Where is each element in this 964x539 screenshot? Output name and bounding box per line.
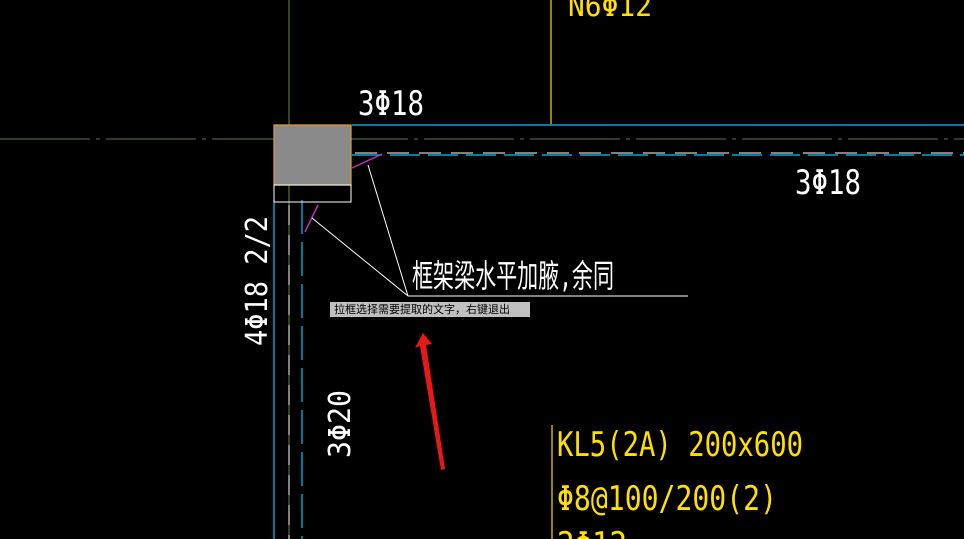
command-prompt-tooltip: 拉框选择需要提取的文字，右键退出 (330, 302, 530, 317)
note-text[interactable]: 框架梁水平加腋,余同 (412, 257, 614, 295)
label-top-cut[interactable]: N6Φ12 (568, 0, 652, 24)
leader-line-1 (367, 164, 409, 297)
red-arrow-icon (415, 333, 445, 470)
leader-line-2 (311, 217, 409, 297)
column-block[interactable] (273, 124, 352, 186)
cad-drawing[interactable]: N6Φ12 3Φ18 3Φ18 4Φ18 2/2 3Φ20 框架梁水平加腋,余同… (0, 0, 964, 539)
label-right-rebar[interactable]: 3Φ18 (795, 163, 861, 203)
column-lower-outline (273, 184, 352, 203)
label-vertical-rebar[interactable]: 4Φ18 2/2 (240, 216, 275, 346)
label-top-rebar[interactable]: 3Φ18 (358, 84, 424, 124)
label-vertical-rebar2[interactable]: 3Φ20 (323, 390, 358, 458)
haunch-line-left (304, 204, 319, 233)
cad-drawing-canvas[interactable]: N6Φ12 3Φ18 3Φ18 4Φ18 2/2 3Φ20 框架梁水平加腋,余同… (0, 0, 964, 539)
haunch-line-top (351, 153, 383, 169)
beam-stirrup[interactable]: Φ8@100/200(2) (557, 479, 777, 519)
beam-bottom-cut[interactable]: 2Φ12 (557, 525, 627, 539)
beam-name[interactable]: KL5(2A) 200x600 (557, 425, 803, 465)
